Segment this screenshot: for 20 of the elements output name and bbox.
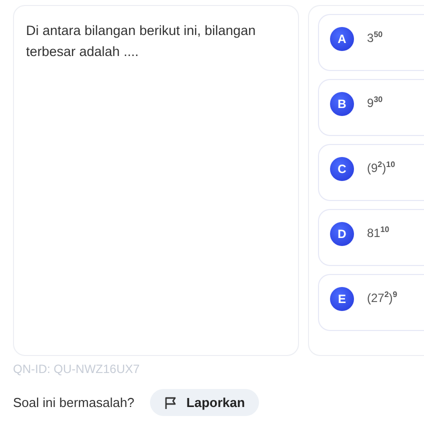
option-letter: D bbox=[330, 222, 354, 246]
report-prompt: Soal ini bermasalah? bbox=[13, 395, 134, 410]
option-letter: B bbox=[330, 92, 354, 116]
answer-option[interactable]: D 81$^{10}$ bbox=[318, 209, 424, 266]
option-text: (27$^{2}$)$^{9}$ bbox=[367, 290, 398, 305]
option-letter: A bbox=[330, 27, 354, 51]
answer-option[interactable]: B 9$^{30}$ bbox=[318, 79, 424, 136]
option-text: 9$^{30}$ bbox=[367, 95, 383, 110]
answer-option[interactable]: A 3$^{50}$ bbox=[318, 14, 424, 71]
answer-option[interactable]: C (9$^{2}$)$^{10}$ bbox=[318, 144, 424, 201]
flag-icon bbox=[164, 396, 178, 410]
option-text: (9$^{2}$)$^{10}$ bbox=[367, 160, 396, 175]
option-text: 81$^{10}$ bbox=[367, 225, 390, 240]
option-letter: C bbox=[330, 157, 354, 181]
report-button[interactable]: Laporkan bbox=[150, 389, 259, 416]
option-letter: E bbox=[330, 287, 354, 311]
question-id: QN-ID: QU-NWZ16UX7 bbox=[13, 362, 141, 376]
option-text: 3$^{50}$ bbox=[367, 30, 383, 45]
answer-option[interactable]: E (27$^{2}$)$^{9}$ bbox=[318, 274, 424, 331]
question-text: Di antara bilangan berikut ini, bilangan terbesar adalah .... bbox=[26, 22, 257, 61]
